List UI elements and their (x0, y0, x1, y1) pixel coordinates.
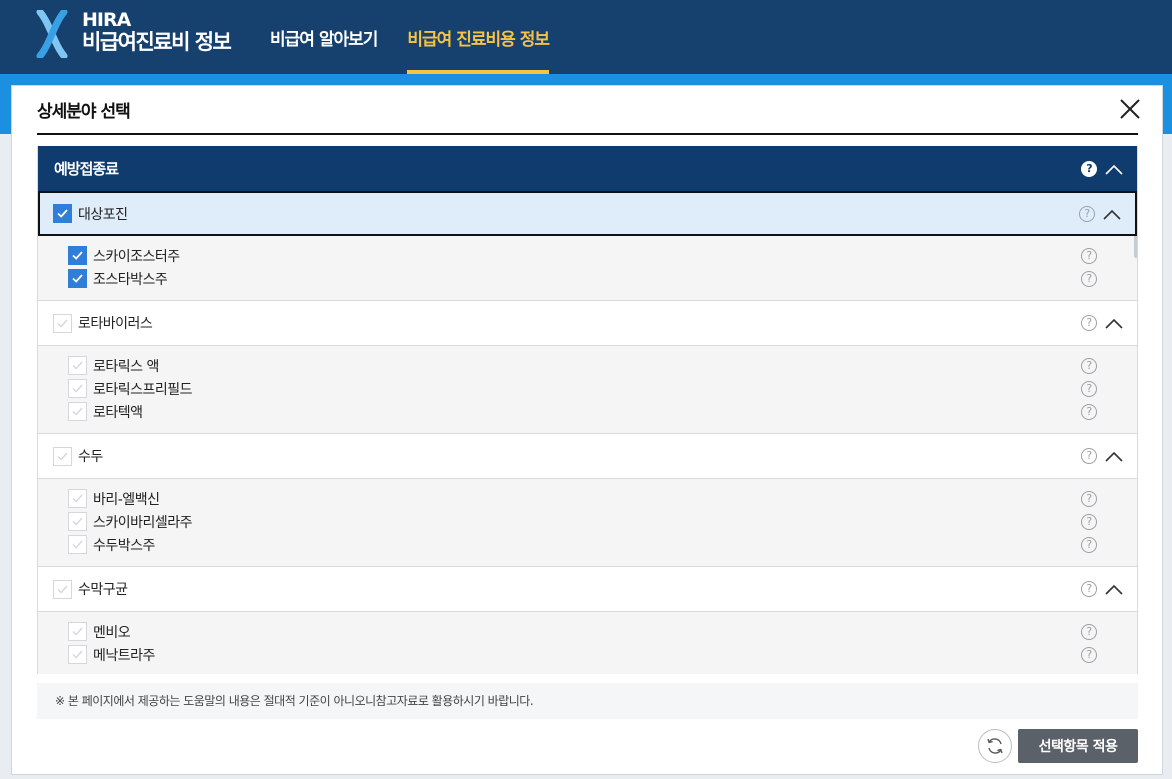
logo-en: HIRA (82, 9, 131, 31)
checkbox[interactable] (53, 313, 72, 333)
list-item[interactable]: 스카이바리셀라주 ? (38, 510, 1137, 533)
logo-text[interactable]: HIRA 비급여진료비 정보 (82, 9, 232, 54)
checkbox[interactable] (68, 512, 87, 531)
help-icon[interactable]: ? (1081, 536, 1097, 553)
checkbox[interactable] (68, 246, 87, 265)
category-row-meningococcal[interactable]: 수막구균 ? (38, 567, 1137, 612)
checkbox[interactable] (68, 402, 87, 421)
reset-button[interactable] (978, 729, 1012, 763)
apply-selection-button[interactable]: 선택항목 적용 (1018, 729, 1138, 763)
checkbox[interactable] (68, 622, 87, 641)
chevron-up-icon[interactable] (1105, 583, 1123, 595)
checkbox[interactable] (68, 645, 87, 664)
nav-item-about[interactable]: 비급여 알아보기 (270, 0, 378, 74)
chevron-up-icon[interactable] (1105, 450, 1123, 462)
checkbox[interactable] (68, 379, 87, 398)
category-row-herpes-zoster[interactable]: 대상포진 ? (38, 191, 1137, 236)
checkbox[interactable] (68, 269, 87, 288)
help-icon[interactable]: ? (1081, 581, 1097, 597)
list-item[interactable]: 로타릭스 액 ? (38, 354, 1137, 377)
help-icon[interactable]: ? (1081, 160, 1097, 177)
group-title: 예방접종료 (54, 160, 119, 178)
category-list[interactable]: 예방접종료 ? 대상포진 ? 스카이조스터주 ? 조스타박스주 ? 로타바이러스… (37, 146, 1138, 674)
category-row-varicella[interactable]: 수두 ? (38, 434, 1137, 479)
item-label: 로타텍액 (93, 404, 143, 421)
list-item[interactable]: 메낙트라주 ? (38, 643, 1137, 666)
help-icon[interactable]: ? (1081, 448, 1097, 464)
list-item[interactable]: 수두박스주 ? (38, 533, 1137, 556)
help-icon[interactable]: ? (1081, 247, 1097, 264)
sub-list: 스카이조스터주 ? 조스타박스주 ? (38, 236, 1137, 301)
item-label: 멘비오 (93, 624, 131, 641)
hira-logo-icon (36, 10, 68, 58)
category-label: 로타바이러스 (78, 316, 153, 332)
item-label: 메낙트라주 (93, 647, 155, 664)
help-icon[interactable]: ? (1081, 513, 1097, 530)
help-icon[interactable]: ? (1081, 490, 1097, 507)
category-label: 수막구균 (78, 582, 128, 598)
refresh-icon (987, 738, 1003, 754)
checkbox[interactable] (68, 489, 87, 508)
list-item[interactable]: 조스타박스주 ? (38, 267, 1137, 290)
list-item[interactable]: 로타텍액 ? (38, 400, 1137, 423)
category-label: 수두 (78, 449, 103, 465)
sub-list: 멘비오 ? 메낙트라주 ? (38, 612, 1137, 674)
help-icon[interactable]: ? (1081, 403, 1097, 420)
checkbox[interactable] (53, 579, 72, 599)
logo-ko: 비급여진료비 정보 (82, 30, 232, 54)
category-label: 대상포진 (78, 206, 128, 223)
sub-list: 바리-엘백신 ? 스카이바리셀라주 ? 수두박스주 ? (38, 479, 1137, 567)
item-label: 조스타박스주 (93, 271, 168, 288)
sub-list: 로타릭스 액 ? 로타릭스프리필드 ? 로타텍액 ? (38, 346, 1137, 434)
help-icon[interactable]: ? (1079, 205, 1095, 222)
site-header: HIRA 비급여진료비 정보 비급여 알아보기 비급여 진료비용 정보 (0, 0, 1172, 134)
list-item[interactable]: 바리-엘백신 ? (38, 487, 1137, 510)
category-row-rotavirus[interactable]: 로타바이러스 ? (38, 301, 1137, 346)
help-icon[interactable]: ? (1081, 315, 1097, 331)
list-item[interactable]: 스카이조스터주 ? (38, 244, 1137, 267)
checkbox[interactable] (68, 535, 87, 554)
help-icon[interactable]: ? (1081, 357, 1097, 374)
list-item[interactable]: 로타릭스프리필드 ? (38, 377, 1137, 400)
item-label: 스카이조스터주 (93, 248, 180, 265)
checkbox[interactable] (53, 446, 72, 466)
help-icon[interactable]: ? (1081, 270, 1097, 287)
close-icon[interactable] (1119, 98, 1141, 120)
chevron-up-icon[interactable] (1105, 317, 1123, 329)
detail-field-modal: 상세분야 선택 예방접종료 ? 대상포진 ? 스카이조스터주 ? 조스타박스주 … (11, 85, 1163, 775)
list-item[interactable]: 멘비오 ? (38, 620, 1137, 643)
help-notice: ※ 본 페이지에서 제공하는 도움말의 내용은 절대적 기준이 아니오니참고자료… (37, 683, 1138, 719)
checkbox[interactable] (53, 204, 72, 223)
help-icon[interactable]: ? (1081, 623, 1097, 640)
group-header[interactable]: 예방접종료 ? (38, 146, 1137, 191)
title-divider (37, 133, 1138, 135)
item-label: 로타릭스 액 (93, 358, 159, 375)
main-nav: 비급여 알아보기 비급여 진료비용 정보 (270, 0, 579, 74)
nav-item-cost-info[interactable]: 비급여 진료비용 정보 (407, 0, 550, 74)
item-label: 수두박스주 (93, 537, 155, 554)
chevron-up-icon[interactable] (1103, 208, 1121, 220)
chevron-up-icon[interactable] (1105, 163, 1123, 175)
item-label: 로타릭스프리필드 (93, 381, 193, 398)
modal-title: 상세분야 선택 (37, 102, 131, 122)
item-label: 스카이바리셀라주 (93, 514, 193, 531)
help-icon[interactable]: ? (1081, 646, 1097, 663)
item-label: 바리-엘백신 (93, 491, 160, 508)
help-icon[interactable]: ? (1081, 380, 1097, 397)
checkbox[interactable] (68, 356, 87, 375)
